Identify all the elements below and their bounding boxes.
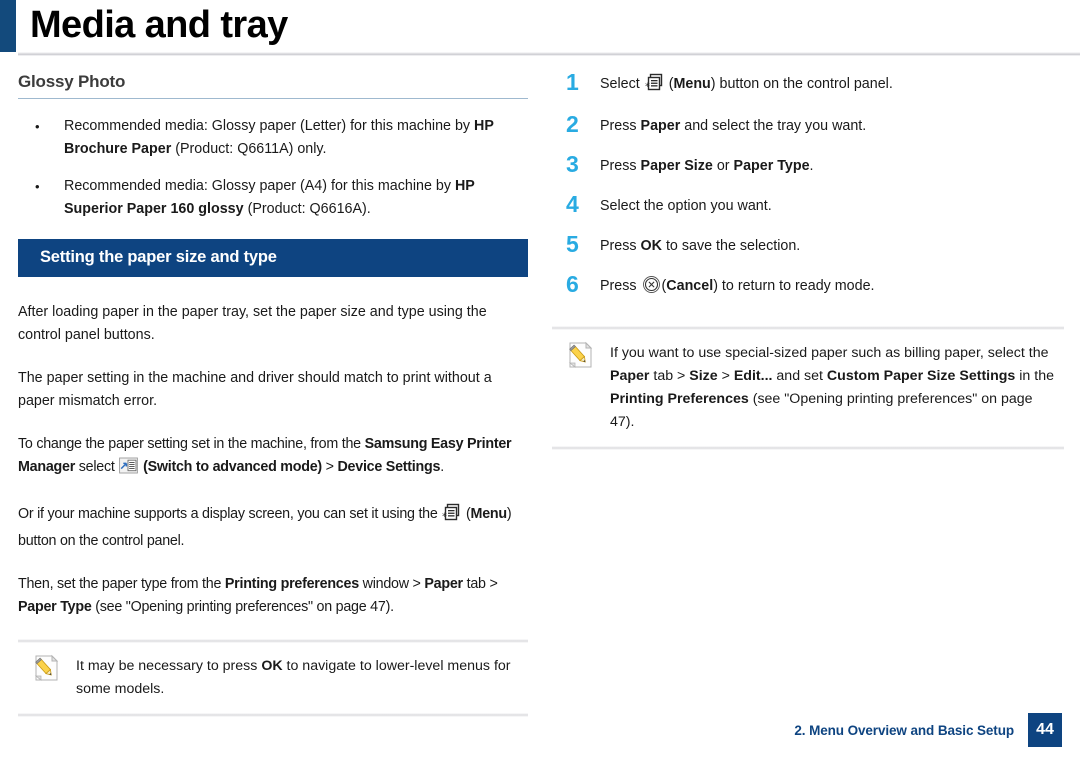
paragraph: After loading paper in the paper tray, s… — [18, 304, 487, 343]
procedure-step: 1 Select * (Menu) button on the control p… — [552, 69, 1064, 100]
list-item: • Recommended media: Glossy paper (A4) fo… — [18, 175, 528, 221]
procedure-step: 5 Press OK to save the selection. — [552, 231, 1064, 260]
list-item-text: Recommended media: Glossy paper (A4) for… — [64, 178, 475, 217]
note-box-ok-navigate: It may be necessary to press OK to navig… — [18, 639, 528, 717]
step-number: 4 — [566, 191, 579, 217]
procedure-step: 2 Press Paper and select the tray you wan… — [552, 111, 1064, 140]
note-text-custom-paper-size: If you want to use special-sized paper s… — [610, 345, 1054, 430]
content-columns: Glossy Photo • Recommended media: Glossy … — [0, 69, 1080, 763]
procedure-steps: 1 Select * (Menu) button on the control p… — [552, 69, 1064, 302]
list-item: • Recommended media: Glossy paper (Letter… — [18, 115, 528, 161]
step-text: Press Paper and select the tray you want… — [600, 118, 867, 134]
paragraph: Or if your machine supports a display sc… — [18, 503, 528, 553]
cancel-button-icon — [642, 275, 661, 302]
page-header: Media and tray — [0, 0, 1080, 60]
page-title: Media and tray — [30, 4, 288, 46]
bullet-dot-icon: • — [35, 119, 40, 134]
note-pencil-icon — [32, 653, 62, 683]
paragraph: Then, set the paper type from the Printi… — [18, 576, 498, 615]
menu-button-icon: * — [442, 503, 461, 530]
svg-text:*: * — [645, 82, 650, 93]
step-text: Press (Cancel) to return to ready mode. — [600, 276, 875, 294]
page-footer: 2. Menu Overview and Basic Setup 44 — [794, 713, 1062, 747]
step-number: 1 — [566, 69, 579, 95]
note-text-ok-navigate: It may be necessary to press OK to navig… — [76, 658, 511, 697]
list-item-text: Recommended media: Glossy paper (Letter)… — [64, 118, 494, 157]
step-text: Select * (Menu) button on the control pa… — [600, 73, 893, 93]
left-paragraphs: After loading paper in the paper tray, s… — [18, 301, 528, 619]
subheading-divider — [18, 98, 528, 99]
header-accent-bar — [0, 0, 16, 52]
step-number: 5 — [566, 231, 579, 257]
footer-chapter-label: 2. Menu Overview and Basic Setup — [794, 722, 1014, 738]
step-text: Select the option you want. — [600, 198, 772, 214]
procedure-step: 6 Press (Cancel) to return to ready mode. — [552, 271, 1064, 302]
procedure-step: 3 Press Paper Size or Paper Type. — [552, 151, 1064, 180]
step-number: 2 — [566, 111, 579, 137]
svg-text:*: * — [442, 512, 447, 523]
switch-advanced-mode-icon — [119, 456, 139, 483]
right-column: 1 Select * (Menu) button on the control p… — [552, 69, 1064, 450]
step-text: Press OK to save the selection. — [600, 238, 801, 254]
note-pencil-icon — [566, 340, 596, 370]
section-bar-paper-size-type: Setting the paper size and type — [18, 239, 528, 277]
bullet-dot-icon: • — [35, 179, 40, 194]
footer-page-number: 44 — [1028, 713, 1062, 747]
step-number: 6 — [566, 271, 579, 297]
paragraph: The paper setting in the machine and dri… — [18, 370, 492, 409]
step-text: Press Paper Size or Paper Type. — [600, 158, 814, 174]
left-column: Glossy Photo • Recommended media: Glossy … — [18, 72, 528, 717]
menu-button-icon: * — [645, 73, 664, 100]
header-divider — [18, 52, 1080, 56]
step-number: 3 — [566, 151, 579, 177]
procedure-step: 4 Select the option you want. — [552, 191, 1064, 220]
subheading-glossy-photo: Glossy Photo — [18, 72, 126, 91]
recommended-media-list: • Recommended media: Glossy paper (Letter… — [18, 115, 528, 221]
paragraph: To change the paper setting set in the m… — [18, 433, 528, 483]
note-box-custom-paper-size: If you want to use special-sized paper s… — [552, 326, 1064, 450]
